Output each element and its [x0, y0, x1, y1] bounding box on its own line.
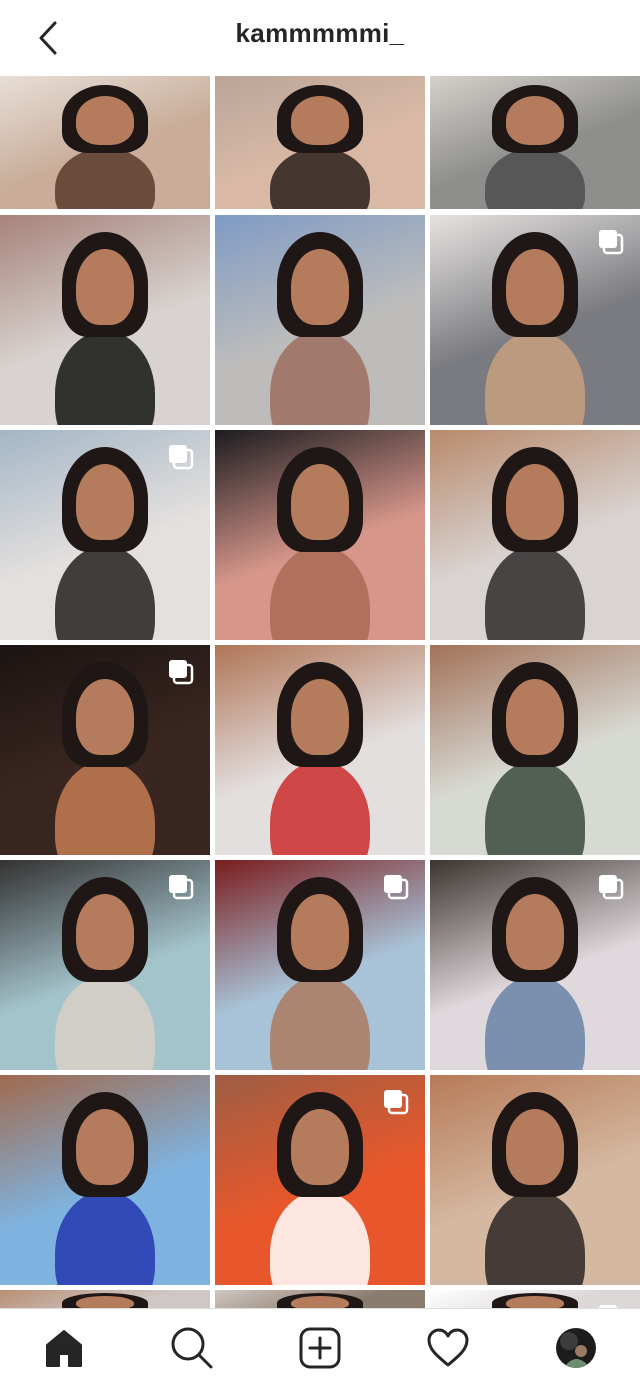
search-icon — [171, 1327, 213, 1369]
profile-username-title: kammmmmi_ — [235, 18, 405, 48]
photo-subject-face — [291, 1109, 349, 1185]
multiple-photos-icon — [384, 1090, 409, 1115]
multiple-photos-icon — [169, 445, 194, 470]
multiple-photos-icon — [169, 875, 194, 900]
bottom-tab-bar — [0, 1308, 640, 1387]
photo-subject — [270, 148, 370, 209]
photo-subject — [270, 1191, 370, 1285]
post-thumbnail[interactable] — [215, 1290, 425, 1308]
post-thumbnail[interactable] — [0, 1290, 210, 1308]
photo-subject-face — [291, 1296, 349, 1308]
post-thumbnail[interactable] — [430, 430, 640, 640]
post-thumbnail[interactable] — [430, 1290, 640, 1308]
tab-activity[interactable] — [384, 1309, 512, 1387]
post-thumbnail[interactable] — [215, 1075, 425, 1285]
activity-heart-icon — [427, 1328, 469, 1367]
photo-subject-face — [291, 96, 349, 145]
photo-subject-face — [291, 249, 349, 325]
photo-subject-face — [76, 464, 134, 540]
photo-subject-face — [506, 464, 564, 540]
photo-subject — [270, 331, 370, 425]
post-thumbnail[interactable] — [0, 430, 210, 640]
photo-subject-face — [506, 249, 564, 325]
post-thumbnail[interactable] — [430, 645, 640, 855]
post-thumbnail[interactable] — [0, 645, 210, 855]
photo-subject — [270, 546, 370, 640]
photo-subject-face — [76, 679, 134, 755]
photo-subject — [55, 1191, 155, 1285]
photo-subject-face — [506, 96, 564, 145]
photo-subject — [270, 976, 370, 1070]
photo-subject-face — [76, 1296, 134, 1308]
multiple-photos-icon — [384, 875, 409, 900]
photo-subject — [55, 148, 155, 209]
tab-search[interactable] — [128, 1309, 256, 1387]
post-thumbnail[interactable] — [215, 76, 425, 209]
multiple-photos-icon — [599, 230, 624, 255]
photo-subject-face — [76, 249, 134, 325]
photo-subject — [485, 1191, 585, 1285]
post-thumbnail[interactable] — [215, 215, 425, 425]
multiple-photos-icon — [599, 875, 624, 900]
multiple-photos-icon — [169, 660, 194, 685]
post-thumbnail[interactable] — [215, 430, 425, 640]
post-thumbnail[interactable] — [215, 860, 425, 1070]
tab-new-post[interactable] — [256, 1309, 384, 1387]
photo-subject-face — [506, 1296, 564, 1308]
post-thumbnail[interactable] — [430, 860, 640, 1070]
photo-subject — [485, 546, 585, 640]
home-icon — [46, 1330, 82, 1367]
photo-subject-face — [76, 894, 134, 970]
photo-subject-face — [76, 1109, 134, 1185]
photo-subject — [485, 976, 585, 1070]
post-thumbnail[interactable] — [0, 76, 210, 209]
post-thumbnail[interactable] — [215, 645, 425, 855]
photo-subject — [55, 761, 155, 855]
photo-subject — [485, 761, 585, 855]
post-thumbnail[interactable] — [430, 215, 640, 425]
post-thumbnail[interactable] — [0, 1075, 210, 1285]
profile-avatar — [556, 1328, 596, 1368]
photo-subject — [485, 148, 585, 209]
top-navigation-bar: kammmmmi_ — [0, 0, 640, 76]
photo-subject-face — [291, 894, 349, 970]
post-thumbnail[interactable] — [430, 76, 640, 209]
photo-subject-face — [291, 679, 349, 755]
photo-subject-face — [506, 1109, 564, 1185]
posts-grid — [0, 76, 640, 1308]
post-thumbnail[interactable] — [430, 1075, 640, 1285]
photo-subject — [55, 976, 155, 1070]
photo-subject — [270, 761, 370, 855]
photo-subject-face — [291, 464, 349, 540]
new-post-icon — [299, 1327, 341, 1369]
post-thumbnail[interactable] — [0, 860, 210, 1070]
tab-home[interactable] — [0, 1309, 128, 1387]
tab-profile[interactable] — [512, 1309, 640, 1387]
photo-subject — [55, 546, 155, 640]
photo-subject — [55, 331, 155, 425]
photo-subject-face — [506, 894, 564, 970]
post-thumbnail[interactable] — [0, 215, 210, 425]
photo-subject — [485, 331, 585, 425]
photo-subject-face — [506, 679, 564, 755]
photo-subject-face — [76, 96, 134, 145]
